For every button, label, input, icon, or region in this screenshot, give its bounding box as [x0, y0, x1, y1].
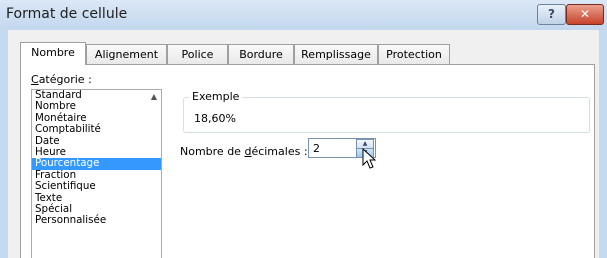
category-label-accel: C: [31, 73, 39, 86]
sample-value: 18,60%: [194, 112, 236, 125]
decimals-label-start: Nombre de: [180, 145, 245, 158]
title-bar: Format de cellule ? ✕: [0, 0, 607, 30]
category-label-rest: atégorie :: [38, 73, 92, 86]
tab-panel-nombre: Catégorie : Standard Nombre Monétaire Co…: [20, 64, 595, 258]
list-item[interactable]: Scientifique: [32, 180, 161, 192]
sample-legend: Exemple: [189, 90, 243, 103]
tab-bordure[interactable]: Bordure: [228, 44, 294, 64]
tab-nombre[interactable]: Nombre: [20, 42, 86, 65]
dialog-title: Format de cellule: [6, 6, 128, 22]
tab-police[interactable]: Police: [167, 44, 228, 64]
decimals-label: Nombre de décimales :: [180, 145, 308, 158]
scroll-up-arrow-icon[interactable]: ▲: [147, 90, 161, 104]
decimals-label-end: écimales :: [251, 145, 308, 158]
tab-alignement[interactable]: Alignement: [86, 44, 167, 64]
help-button[interactable]: ?: [537, 4, 566, 25]
close-icon: ✕: [579, 7, 591, 21]
help-icon: ?: [548, 7, 555, 21]
dialog-body: Nombre Alignement Police Bordure Remplis…: [8, 30, 599, 258]
tab-protection[interactable]: Protection: [378, 44, 450, 64]
list-item[interactable]: Comptabilité: [32, 123, 161, 135]
category-label: Catégorie :: [31, 73, 92, 86]
tab-remplissage[interactable]: Remplissage: [294, 44, 378, 64]
decimals-value: 2: [313, 142, 320, 155]
mouse-pointer-icon: [362, 148, 377, 169]
close-button[interactable]: ✕: [566, 4, 604, 25]
category-listbox[interactable]: Standard Nombre Monétaire Comptabilité D…: [31, 89, 162, 258]
list-item[interactable]: Personnalisée: [32, 214, 161, 226]
sample-groupbox: [183, 97, 590, 133]
format-cells-dialog: Format de cellule ? ✕ Nombre Alignement …: [0, 0, 607, 258]
